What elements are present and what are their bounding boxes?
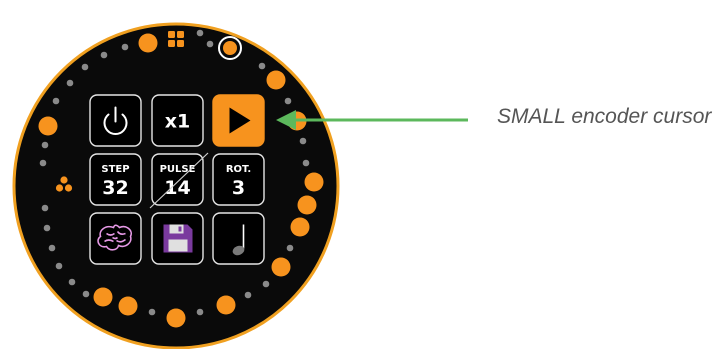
step-dot xyxy=(196,308,204,316)
step-dot xyxy=(55,262,63,270)
step-dot xyxy=(43,224,51,232)
floppy-icon xyxy=(163,224,193,253)
step-dot-active xyxy=(266,70,286,90)
device-diagram: x1 STEP 32 PULSE14 ROT. 3 xyxy=(12,22,468,349)
step-dot xyxy=(121,43,129,51)
step-dot-active xyxy=(138,33,158,53)
step-dot-active xyxy=(290,217,310,237)
step-dot-active xyxy=(304,172,324,192)
step-dot-active xyxy=(166,308,186,328)
step-dot xyxy=(196,29,204,37)
step-dot xyxy=(206,40,214,48)
step-button-value: 32 xyxy=(102,177,128,199)
step-dot xyxy=(286,244,294,252)
step-dot xyxy=(148,308,156,316)
step-dot-active xyxy=(271,257,291,277)
step-dot-active xyxy=(297,195,317,215)
power-button[interactable] xyxy=(89,94,142,147)
callout-label: SMALL encoder cursor xyxy=(497,105,712,128)
step-button[interactable]: STEP 32 xyxy=(89,153,142,206)
brain-button[interactable] xyxy=(89,212,142,265)
play-button[interactable] xyxy=(212,94,265,147)
step-dot xyxy=(68,278,76,286)
step-button-label: STEP xyxy=(101,164,129,175)
step-dot xyxy=(82,290,90,298)
note-button[interactable] xyxy=(212,212,265,265)
step-dot xyxy=(100,51,108,59)
multiplier-button[interactable]: x1 xyxy=(151,94,204,147)
pulse-button[interactable]: PULSE14 xyxy=(151,153,204,206)
step-dot xyxy=(52,97,60,105)
rotation-button-value: 3 xyxy=(232,177,245,199)
step-dot xyxy=(81,63,89,71)
multiplier-button-label: x1 xyxy=(165,111,190,133)
step-dot xyxy=(41,204,49,212)
step-dot xyxy=(41,141,49,149)
step-dot xyxy=(258,62,266,70)
button-grid: x1 STEP 32 PULSE14 ROT. 3 xyxy=(89,94,265,265)
save-button[interactable] xyxy=(151,212,204,265)
step-dot xyxy=(48,244,56,252)
step-dot xyxy=(302,159,310,167)
step-dot xyxy=(244,291,252,299)
step-dot xyxy=(262,280,270,288)
step-dot-active xyxy=(93,287,113,307)
step-dot-active xyxy=(216,295,236,315)
step-dot-active xyxy=(38,116,58,136)
pulse-button-value: 14 xyxy=(164,177,190,199)
step-dot xyxy=(299,137,307,145)
rotation-button-label: ROT. xyxy=(226,164,251,175)
step-dot xyxy=(66,79,74,87)
step-dot xyxy=(39,159,47,167)
step-dot-active xyxy=(118,296,138,316)
rotation-button[interactable]: ROT. 3 xyxy=(212,153,265,206)
step-dot xyxy=(284,97,292,105)
